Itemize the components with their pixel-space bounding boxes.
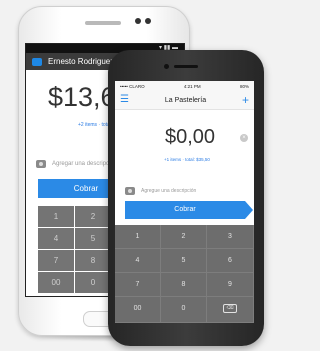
key-9[interactable]: 9	[207, 273, 254, 297]
amount-display: $0,00	[165, 126, 216, 148]
front-camera	[164, 64, 169, 69]
key-5[interactable]: 5	[161, 249, 207, 273]
key-6[interactable]: 6	[207, 249, 254, 273]
key-1[interactable]: 1	[115, 225, 161, 249]
backspace-icon: ⌫	[223, 303, 237, 313]
camera-icon[interactable]	[36, 160, 46, 168]
user-name: Ernesto Rodriguez	[48, 57, 115, 66]
description-field[interactable]: Agregue una descripción	[125, 187, 196, 195]
key-3[interactable]: 3	[207, 225, 254, 249]
description-field[interactable]: Agregar una descripción	[36, 160, 117, 168]
iphone-screen: ••••• CLARO 4:21 PM 80% ☰ La Pastelería …	[115, 81, 254, 323]
add-icon[interactable]: +	[242, 94, 249, 106]
iphone: ••••• CLARO 4:21 PM 80% ☰ La Pastelería …	[108, 50, 264, 346]
backspace-key[interactable]: ⌫	[207, 297, 254, 323]
key-4[interactable]: 4	[115, 249, 161, 273]
key-5[interactable]: 5	[75, 228, 111, 249]
description-placeholder: Agregue una descripción	[141, 188, 197, 194]
key-8[interactable]: 8	[161, 273, 207, 297]
key-4[interactable]: 4	[38, 228, 74, 249]
nav-bar: ☰ La Pastelería +	[115, 91, 254, 110]
app-logo-icon	[32, 57, 42, 66]
page-title: La Pastelería	[164, 96, 207, 104]
front-camera	[145, 18, 151, 24]
key-0[interactable]: 0	[161, 297, 207, 323]
items-link[interactable]: +1 items · total: $35,50	[164, 157, 210, 162]
key-00[interactable]: 00	[38, 272, 74, 293]
charge-button[interactable]: Cobrar	[125, 201, 253, 219]
camera-icon[interactable]	[125, 187, 135, 195]
status-bar: ••••• CLARO 4:21 PM 80%	[115, 81, 254, 91]
speaker-grille	[85, 21, 121, 25]
menu-icon[interactable]: ☰	[120, 95, 129, 105]
keypad: 1 2 3 4 5 6 7 8 9 00 0 ⌫	[115, 225, 254, 323]
sensor-dot	[135, 18, 141, 24]
battery: 80%	[239, 83, 249, 89]
key-7[interactable]: 7	[115, 273, 161, 297]
amount-display: $13,6	[48, 82, 116, 112]
key-1[interactable]: 1	[38, 206, 74, 227]
carrier: ••••• CLARO	[120, 83, 145, 89]
speaker-grille	[174, 65, 198, 68]
key-2[interactable]: 2	[161, 225, 207, 249]
key-2[interactable]: 2	[75, 206, 111, 227]
key-00[interactable]: 00	[115, 297, 161, 323]
key-8[interactable]: 8	[75, 250, 111, 271]
clear-amount-button[interactable]: ×	[240, 134, 248, 142]
key-0[interactable]: 0	[75, 272, 111, 293]
clock: 4:21 PM	[183, 83, 201, 89]
key-7[interactable]: 7	[38, 250, 74, 271]
